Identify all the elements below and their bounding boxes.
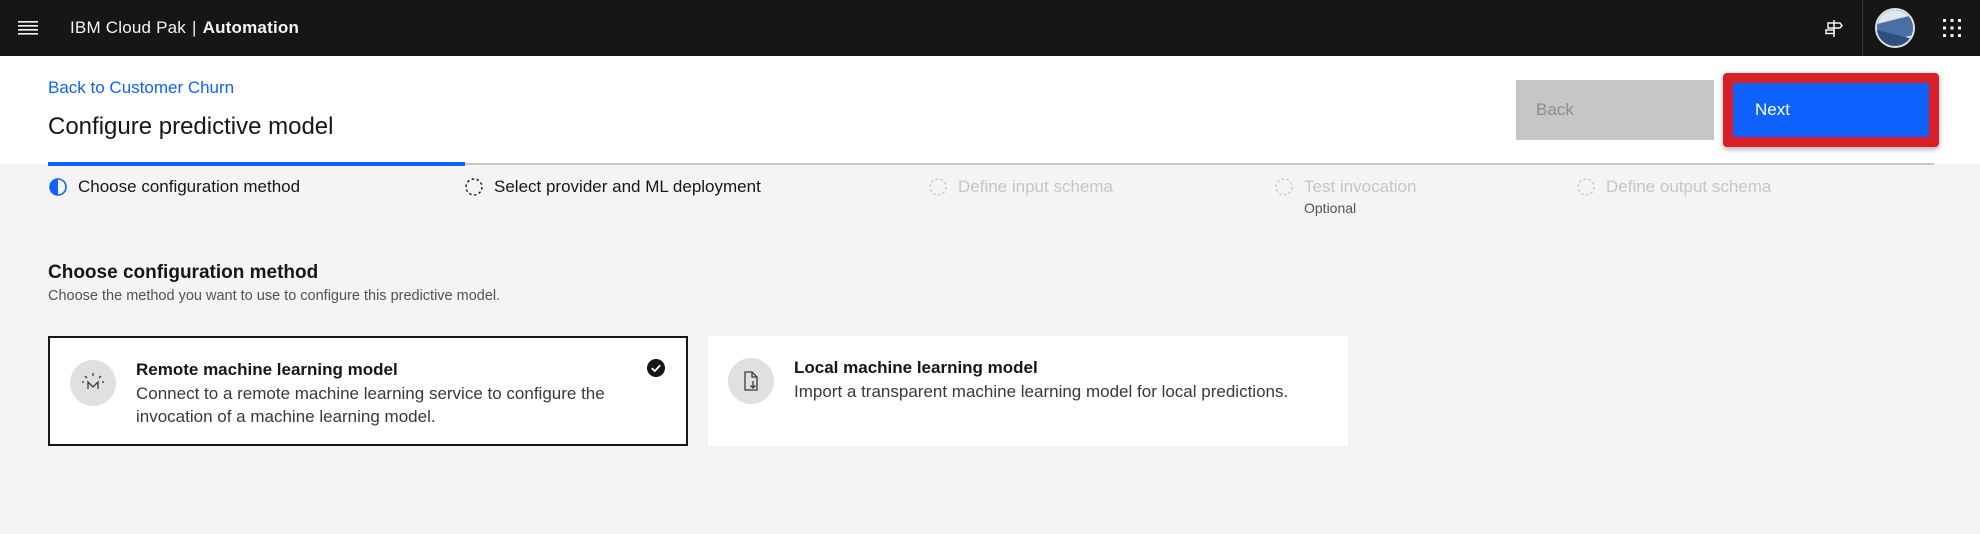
- step-disabled-icon: [1275, 178, 1293, 196]
- tile-title: Local machine learning model: [794, 358, 1038, 377]
- back-button[interactable]: Back: [1516, 80, 1714, 140]
- section-title: Choose configuration method: [48, 262, 319, 283]
- step-disabled-icon: [929, 178, 947, 196]
- remote-ml-model-tile[interactable]: Remote machine learning model Connect to…: [48, 336, 688, 446]
- top-header: IBM Cloud Pak | Automation: [0, 0, 1980, 56]
- progress-active-segment: [48, 162, 465, 166]
- tile-title: Remote machine learning model: [136, 360, 398, 379]
- back-to-customer-churn-link[interactable]: Back to Customer Churn: [48, 78, 234, 98]
- brand-prefix: IBM Cloud Pak: [70, 18, 186, 37]
- step-incomplete-icon: [465, 178, 483, 196]
- step-test-invocation: Test invocation: [1274, 176, 1416, 198]
- step-label: Test invocation: [1304, 177, 1417, 196]
- step-define-output-schema: Define output schema: [1576, 176, 1771, 198]
- document-import-icon: [728, 358, 774, 404]
- step-select-provider[interactable]: Select provider and ML deployment: [464, 176, 761, 198]
- step-disabled-icon: [1577, 178, 1595, 196]
- step-define-input-schema: Define input schema: [928, 176, 1113, 198]
- brand-product: Automation: [202, 18, 300, 37]
- menu-icon[interactable]: [0, 0, 56, 56]
- avatar[interactable]: [1867, 0, 1923, 56]
- section-description: Choose the method you want to use to con…: [48, 288, 501, 304]
- product-brand[interactable]: IBM Cloud Pak | Automation: [70, 0, 299, 56]
- app-switcher-icon[interactable]: [1924, 0, 1980, 56]
- step-label: Define output schema: [1606, 177, 1772, 196]
- tile-description: Connect to a remote machine learning ser…: [136, 384, 605, 426]
- step-choose-configuration-method[interactable]: Choose configuration method: [48, 176, 300, 198]
- signpost-icon[interactable]: [1806, 0, 1862, 56]
- step-label: Define input schema: [958, 177, 1113, 196]
- step-label: Choose configuration method: [78, 177, 301, 196]
- step-optional-label: Optional: [1304, 200, 1357, 216]
- machine-learning-model-icon: [70, 360, 116, 406]
- page-title: Configure predictive model: [48, 113, 334, 140]
- step-label: Select provider and ML deployment: [494, 177, 761, 196]
- next-button[interactable]: Next: [1733, 83, 1929, 137]
- header-divider: [1862, 0, 1863, 56]
- step-current-icon: [49, 178, 67, 196]
- brand-separator: |: [191, 18, 197, 37]
- local-ml-model-tile[interactable]: Local machine learning model Import a tr…: [708, 336, 1348, 446]
- checkmark-filled-icon: [647, 359, 665, 377]
- tile-description: Import a transparent machine learning mo…: [794, 382, 1289, 401]
